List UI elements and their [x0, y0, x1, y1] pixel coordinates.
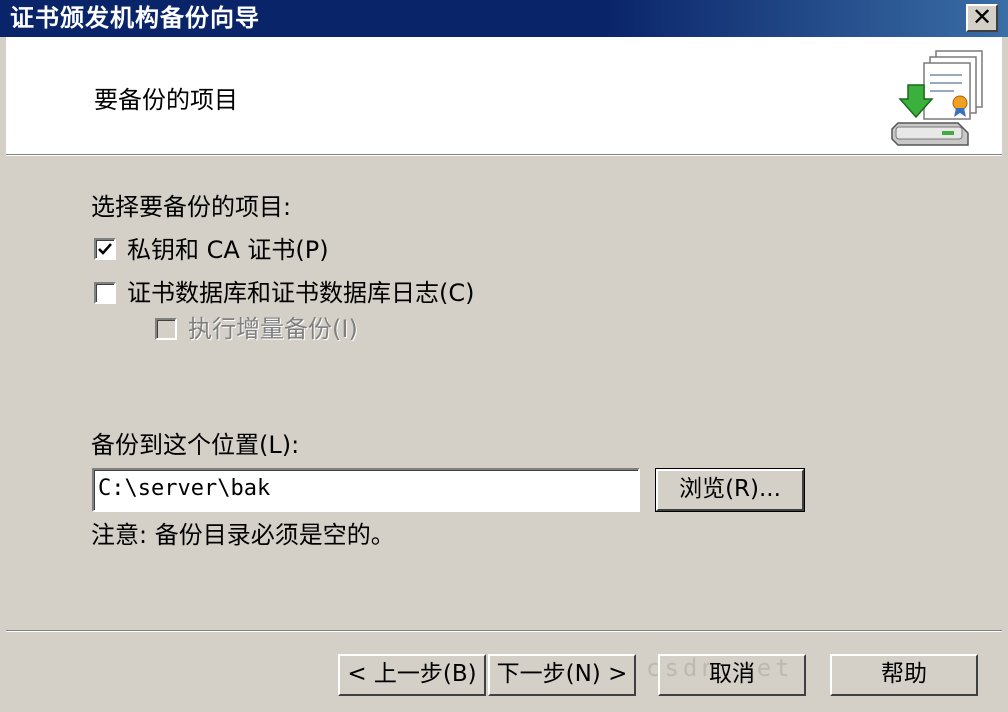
items-prompt: 选择要备份的项目:: [91, 193, 292, 221]
close-button[interactable]: ✕: [966, 4, 998, 32]
private-key-label[interactable]: 私钥和 CA 证书(P): [127, 235, 329, 265]
certificate-backup-icon: [891, 50, 983, 146]
private-key-checkbox[interactable]: [94, 238, 116, 260]
cancel-button[interactable]: 取消: [658, 654, 806, 696]
empty-dir-note: 注意: 备份目录必须是空的。: [91, 521, 395, 549]
database-label[interactable]: 证书数据库和证书数据库日志(C): [127, 278, 474, 308]
database-checkbox[interactable]: [94, 282, 116, 304]
backup-path-input[interactable]: C:\server\bak: [92, 468, 640, 512]
incremental-checkbox: [155, 318, 177, 340]
browse-button[interactable]: 浏览(R)...: [655, 468, 805, 512]
wizard-header: 要备份的项目: [6, 37, 1002, 155]
next-button[interactable]: 下一步(N) >: [488, 654, 636, 696]
location-label: 备份到这个位置(L):: [91, 431, 300, 459]
back-button[interactable]: < 上一步(B): [338, 654, 486, 696]
help-button[interactable]: 帮助: [830, 654, 978, 696]
checkmark-icon: [98, 243, 112, 255]
window-title: 证书颁发机构备份向导: [10, 4, 260, 32]
close-icon: ✕: [971, 3, 993, 31]
header-divider: [6, 155, 1002, 156]
incremental-label: 执行增量备份(I): [188, 315, 358, 343]
page-title: 要备份的项目: [94, 86, 238, 114]
footer-divider-highlight: [6, 631, 1002, 632]
title-bar: 证书颁发机构备份向导 ✕: [0, 0, 1008, 37]
